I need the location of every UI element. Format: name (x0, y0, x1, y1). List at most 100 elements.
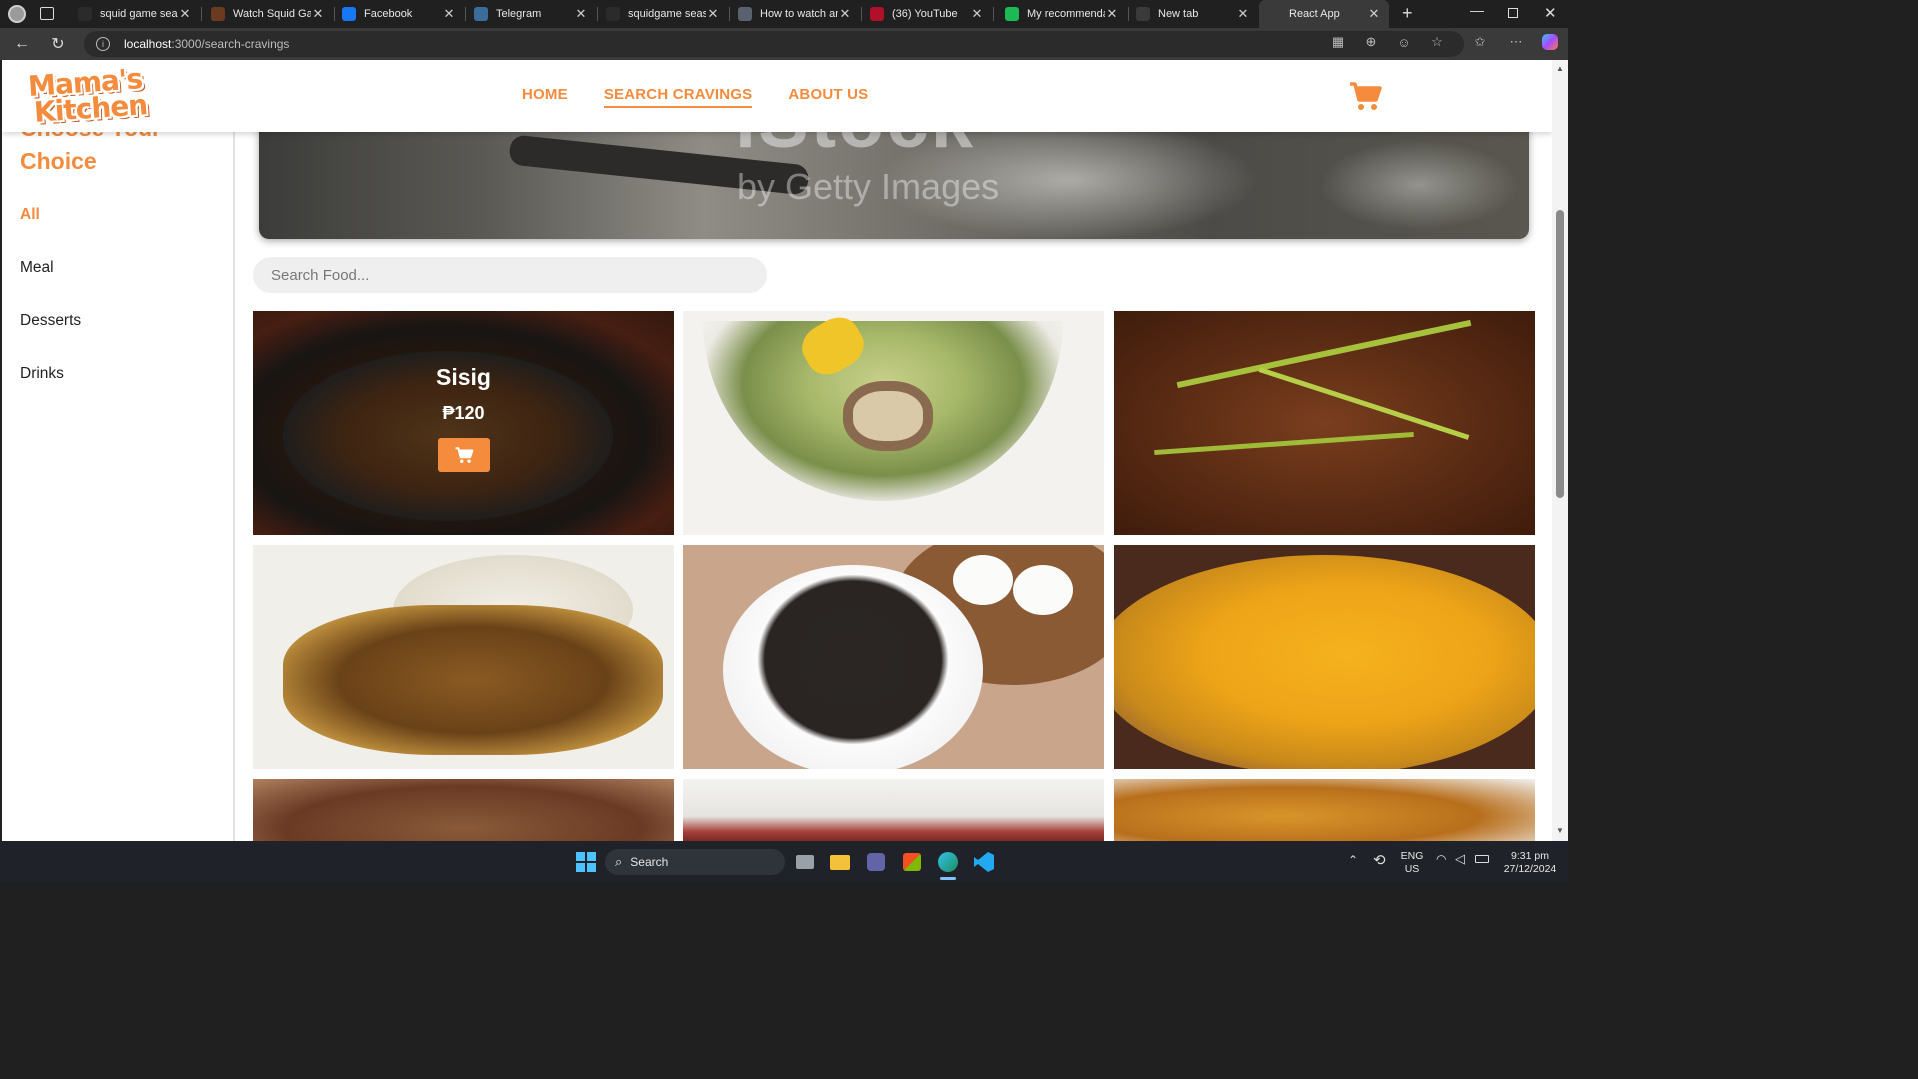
scroll-down-arrow-icon[interactable]: ▼ (1556, 826, 1564, 835)
close-tab-icon[interactable]: ✕ (706, 6, 720, 22)
scrollbar-thumb[interactable] (1556, 210, 1564, 498)
food-card-partial[interactable] (683, 779, 1104, 841)
browser-tab[interactable]: New tab ✕ (1128, 0, 1258, 28)
url-host: localhost (124, 37, 172, 51)
browser-tab[interactable]: (36) YouTube ✕ (862, 0, 992, 28)
zoom-icon[interactable]: ⊕ (1363, 34, 1379, 50)
tab-title: New tab (1158, 8, 1199, 20)
category-drinks[interactable]: Drinks (20, 365, 64, 383)
volume-icon[interactable]: ◁ (1455, 851, 1465, 867)
task-view-icon[interactable] (794, 851, 816, 873)
favorites-list-icon[interactable]: ✩ (1472, 34, 1488, 50)
copilot-icon[interactable] (1542, 34, 1558, 50)
tab-title: (36) YouTube (892, 8, 958, 20)
restore-button[interactable] (1508, 8, 1518, 18)
wifi-icon[interactable]: ◠ (1436, 852, 1446, 866)
close-tab-icon[interactable]: ✕ (311, 6, 325, 22)
food-card-sisig[interactable]: Sisig ₱120 (253, 311, 674, 535)
tray-chevron-icon[interactable]: ⌃ (1348, 853, 1358, 867)
food-photo (843, 381, 933, 451)
search-icon: ⌕ (615, 854, 623, 869)
brand-logo[interactable]: Mama's Kitchen (22, 62, 152, 129)
close-window-button[interactable]: ✕ (1544, 4, 1557, 22)
browser-tab[interactable]: My recommendati✕ (997, 0, 1127, 28)
more-menu-icon[interactable]: ⋯ (1508, 34, 1524, 50)
banner-watermark-sub: by Getty Images (737, 166, 1000, 207)
tab-actions-icon[interactable] (40, 7, 54, 20)
nav-home[interactable]: HOME (522, 86, 568, 108)
browser-tab[interactable]: squidgame season✕ (598, 0, 728, 28)
category-meal[interactable]: Meal (20, 259, 54, 277)
browser-tab[interactable]: Telegram ✕ (466, 0, 596, 28)
browser-tab[interactable]: Facebook ✕ (334, 0, 464, 28)
tab-title: squidgame season (628, 8, 706, 20)
close-tab-icon[interactable]: ✕ (1236, 6, 1250, 22)
browser-tab[interactable]: squid game season✕ (70, 0, 200, 28)
food-photo (283, 605, 663, 755)
food-photo (1176, 319, 1472, 389)
reload-icon[interactable]: ↻ (48, 34, 68, 54)
region-code: US (1404, 863, 1420, 875)
food-card-dinuguan[interactable] (683, 545, 1104, 769)
vscode-icon[interactable] (973, 851, 995, 873)
close-tab-icon[interactable]: ✕ (838, 6, 852, 22)
page-viewport: Choose Your Choice All Meal Desserts Dri… (2, 60, 1552, 841)
language-indicator[interactable]: ENG US (1400, 850, 1424, 876)
search-food-input[interactable] (253, 257, 767, 293)
category-desserts[interactable]: Desserts (20, 312, 81, 330)
split-screen-icon[interactable]: ▦ (1330, 34, 1346, 50)
favorite-star-icon[interactable]: ☆ (1429, 34, 1445, 50)
food-card-kare-kare[interactable] (1114, 545, 1535, 769)
nav-about-us[interactable]: ABOUT US (788, 86, 868, 108)
close-tab-icon[interactable]: ✕ (970, 6, 984, 22)
tab-title: How to watch and (760, 8, 838, 20)
sync-icon[interactable]: ⟲ (1373, 851, 1386, 869)
add-to-cart-button[interactable] (437, 438, 490, 472)
profile-avatar[interactable] (8, 5, 26, 23)
file-explorer-icon[interactable] (829, 851, 851, 873)
food-card-chicken-adobo[interactable] (253, 545, 674, 769)
browser-tab-strip: squid game season✕Watch Squid Game✕Faceb… (0, 0, 1568, 28)
food-card-lumpia[interactable] (1114, 779, 1535, 841)
food-card-partial[interactable] (253, 779, 674, 841)
back-arrow-icon[interactable]: ← (12, 34, 32, 54)
brand-line-2: Kitchen (32, 88, 149, 129)
windows-taskbar: ⌕ Search ⌃ ⟲ ENG US ◠ ◁ 9:31 pm 27/12/20… (0, 841, 1568, 882)
food-card-beef-stew[interactable] (1114, 311, 1535, 535)
nav-search-cravings[interactable]: SEARCH CRAVINGS (603, 86, 753, 108)
category-all[interactable]: All (20, 206, 40, 224)
taskbar-search[interactable]: ⌕ Search (605, 849, 785, 875)
close-tab-icon[interactable]: ✕ (178, 6, 192, 22)
scroll-up-arrow-icon[interactable]: ▲ (1556, 64, 1564, 73)
close-tab-icon[interactable]: ✕ (442, 6, 456, 22)
cart-icon[interactable] (1348, 80, 1382, 112)
store-icon[interactable] (901, 851, 923, 873)
browser-tab[interactable]: How to watch and✕ (730, 0, 860, 28)
battery-icon[interactable] (1475, 855, 1489, 863)
food-card-overlay: Sisig ₱120 (253, 311, 674, 535)
food-photo (1013, 565, 1073, 615)
food-card-bulalo[interactable] (683, 311, 1104, 535)
close-tab-icon[interactable]: ✕ (1367, 6, 1381, 22)
close-tab-icon[interactable]: ✕ (1105, 6, 1119, 22)
clock[interactable]: 9:31 pm 27/12/2024 (1498, 850, 1562, 876)
tab-separator (201, 7, 202, 21)
teams-icon[interactable] (865, 851, 887, 873)
food-photo (723, 565, 983, 769)
browser-tab[interactable]: React App ✕ (1259, 0, 1389, 28)
new-tab-button[interactable]: + (1402, 3, 1413, 24)
minimize-button[interactable]: — (1470, 2, 1484, 18)
food-photo (1258, 367, 1470, 440)
food-price: ₱120 (442, 403, 485, 423)
windows-start-icon[interactable] (575, 851, 597, 873)
site-info-icon[interactable]: i (96, 37, 110, 51)
close-tab-icon[interactable]: ✕ (574, 6, 588, 22)
reader-icon[interactable]: ☺ (1396, 34, 1412, 50)
browser-tab[interactable]: Watch Squid Game✕ (203, 0, 333, 28)
telegram-favicon-icon (474, 7, 488, 21)
url-bar[interactable]: i localhost :3000/search-cravings (84, 31, 1464, 57)
page-scrollbar[interactable]: ▲ ▼ (1552, 60, 1568, 841)
edge-icon[interactable] (937, 851, 959, 873)
food-photo (1154, 431, 1414, 456)
search-favicon-icon (606, 7, 620, 21)
